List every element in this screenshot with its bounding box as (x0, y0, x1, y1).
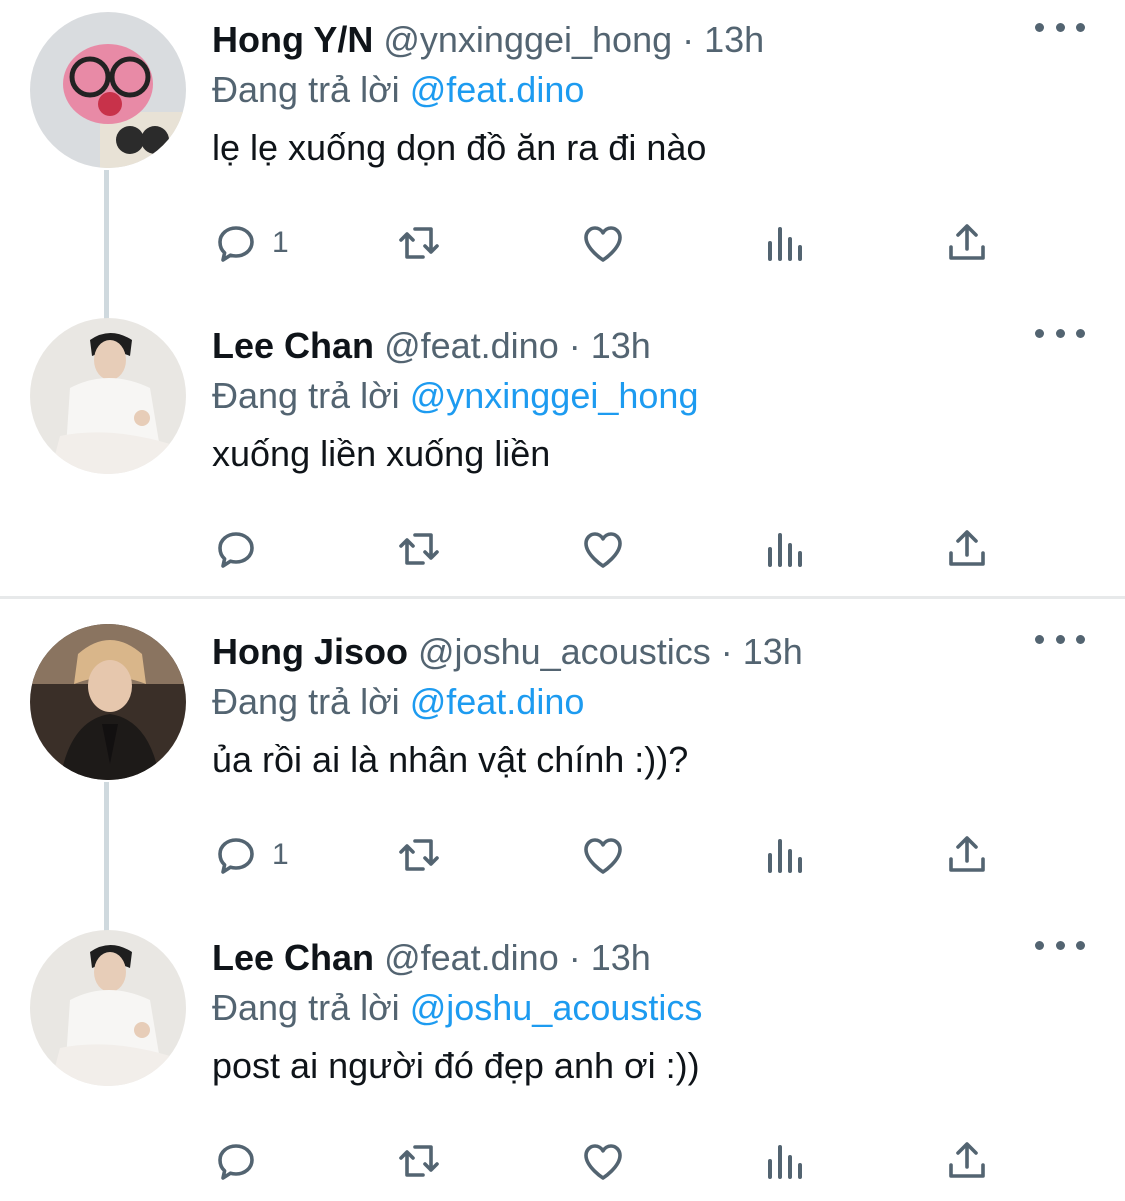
reply-icon (218, 226, 254, 262)
tweet-text: lẹ lẹ xuống dọn đồ ăn ra đi nào (212, 127, 707, 168)
retweet-icon (399, 227, 439, 259)
views-button[interactable] (762, 1131, 810, 1191)
views-icon (768, 227, 802, 261)
display-name[interactable]: Hong Y/N (212, 19, 373, 60)
handle[interactable]: @ynxinggei_hong (383, 19, 672, 60)
timestamp[interactable]: · 13h (569, 937, 651, 978)
mention-link[interactable]: @ynxinggei_hong (410, 375, 699, 416)
avatar-image (30, 318, 186, 474)
views-icon (768, 839, 802, 873)
tweet[interactable]: Hong Y/N @ynxinggei_hong · 13h Đang trả … (0, 0, 1125, 306)
tweet-header: Hong Y/N @ynxinggei_hong · 13h (212, 15, 1085, 65)
tweet-header: Lee Chan @feat.dino · 13h (212, 933, 1085, 983)
like-icon (584, 1144, 622, 1180)
handle[interactable]: @joshu_acoustics (418, 631, 711, 672)
more-icon[interactable] (1035, 12, 1085, 42)
like-button[interactable] (579, 213, 627, 273)
tweet[interactable]: Hong Jisoo @joshu_acoustics · 13h Đang t… (0, 612, 1125, 918)
replying-label: Đang trả lời (212, 375, 400, 416)
avatar-image (30, 12, 186, 168)
display-name[interactable]: Hong Jisoo (212, 631, 408, 672)
timestamp[interactable]: · 13h (569, 325, 651, 366)
share-button[interactable] (943, 519, 991, 579)
reply-button[interactable] (212, 1131, 272, 1191)
share-icon (949, 836, 985, 872)
views-button[interactable] (762, 213, 810, 273)
retweet-icon (399, 839, 439, 871)
share-button[interactable] (943, 213, 991, 273)
tweet-text: post ai người đó đẹp anh ơi :)) (212, 1045, 700, 1086)
share-button[interactable] (943, 1131, 991, 1191)
tweet-text: ủa rồi ai là nhân vật chính :))? (212, 739, 689, 780)
more-icon[interactable] (1035, 624, 1085, 654)
tweet-header: Hong Jisoo @joshu_acoustics · 13h (212, 627, 1085, 677)
avatar-image (30, 930, 186, 1086)
reply-button[interactable] (212, 519, 272, 579)
retweet-icon (399, 533, 439, 565)
like-button[interactable] (579, 825, 627, 885)
reply-count: 1 (272, 226, 289, 259)
replying-to: Đang trả lời @feat.dino (212, 65, 1085, 115)
replying-to: Đang trả lời @joshu_acoustics (212, 983, 1085, 1033)
views-button[interactable] (762, 519, 810, 579)
tweet-text: xuống liền xuống liền (212, 433, 551, 474)
tweet[interactable]: Lee Chan @feat.dino · 13h Đang trả lời @… (0, 918, 1125, 1201)
action-bar: 1 (0, 825, 1125, 885)
reply-button[interactable]: 1 (212, 213, 289, 273)
retweet-icon (399, 1145, 439, 1177)
replying-to: Đang trả lời @ynxinggei_hong (212, 371, 1085, 421)
tweet-header: Lee Chan @feat.dino · 13h (212, 321, 1085, 371)
retweet-button[interactable] (395, 519, 443, 579)
tweet[interactable]: Lee Chan @feat.dino · 13h Đang trả lời @… (0, 306, 1125, 596)
like-icon (584, 838, 622, 874)
share-icon (949, 224, 985, 260)
share-icon (949, 530, 985, 566)
reply-count: 1 (272, 838, 289, 871)
action-bar: 1 (0, 213, 1125, 273)
mention-link[interactable]: @feat.dino (410, 69, 585, 110)
display-name[interactable]: Lee Chan (212, 937, 374, 978)
mention-link[interactable]: @feat.dino (410, 681, 585, 722)
reply-icon (218, 838, 254, 874)
like-button[interactable] (579, 519, 627, 579)
retweet-button[interactable] (395, 825, 443, 885)
more-icon[interactable] (1035, 318, 1085, 348)
display-name[interactable]: Lee Chan (212, 325, 374, 366)
more-icon[interactable] (1035, 930, 1085, 960)
like-icon (584, 226, 622, 262)
avatar[interactable] (30, 318, 186, 474)
avatar[interactable] (30, 930, 186, 1086)
handle[interactable]: @feat.dino (384, 325, 559, 366)
action-bar (0, 519, 1125, 579)
action-bar (0, 1131, 1125, 1191)
thread-divider (0, 596, 1125, 599)
retweet-button[interactable] (395, 1131, 443, 1191)
replying-label: Đang trả lời (212, 681, 400, 722)
avatar-image (30, 624, 186, 780)
views-icon (768, 1145, 802, 1179)
handle[interactable]: @feat.dino (384, 937, 559, 978)
replying-to: Đang trả lời @feat.dino (212, 677, 1085, 727)
views-icon (768, 533, 802, 567)
like-button[interactable] (579, 1131, 627, 1191)
timestamp[interactable]: · 13h (682, 19, 764, 60)
avatar[interactable] (30, 12, 186, 168)
avatar[interactable] (30, 624, 186, 780)
like-icon (584, 532, 622, 568)
replying-label: Đang trả lời (212, 987, 400, 1028)
retweet-button[interactable] (395, 213, 443, 273)
reply-icon (218, 1144, 254, 1180)
timestamp[interactable]: · 13h (721, 631, 803, 672)
share-button[interactable] (943, 825, 991, 885)
reply-icon (218, 532, 254, 568)
views-button[interactable] (762, 825, 810, 885)
mention-link[interactable]: @joshu_acoustics (410, 987, 703, 1028)
replying-label: Đang trả lời (212, 69, 400, 110)
reply-button[interactable]: 1 (212, 825, 289, 885)
share-icon (949, 1142, 985, 1178)
